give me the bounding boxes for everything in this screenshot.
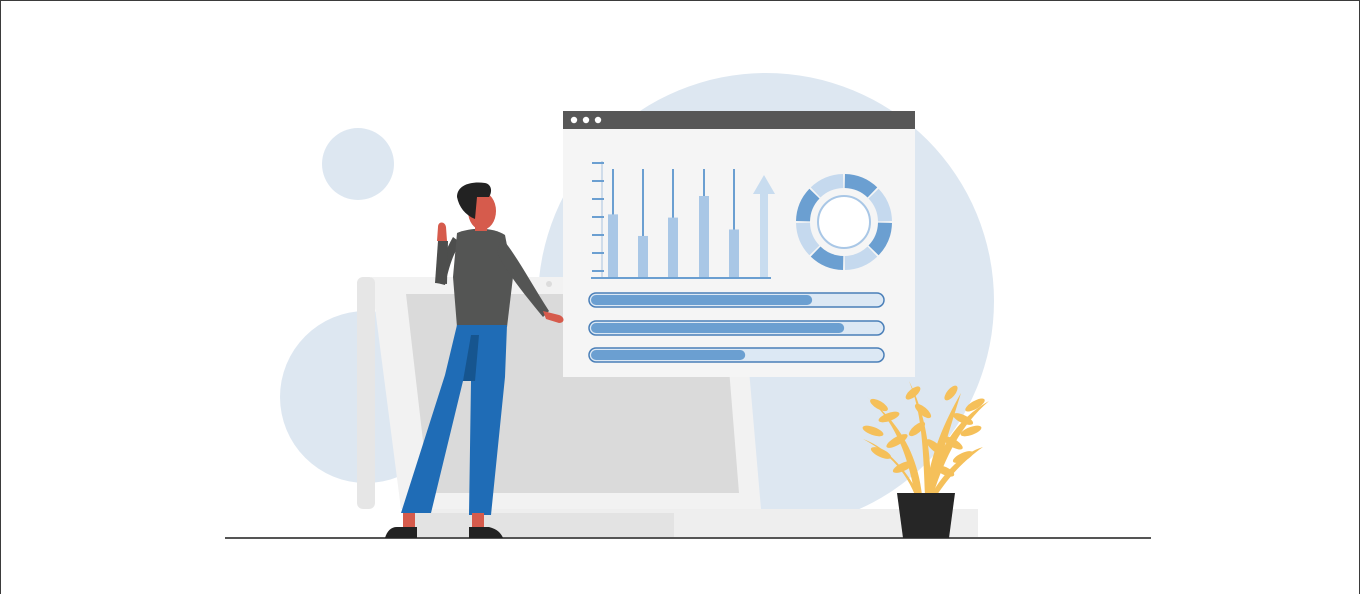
person-ankle-right <box>472 513 484 527</box>
progress-bars <box>588 292 885 363</box>
monitor-camera-icon <box>546 281 552 287</box>
dot-icon <box>594 116 602 124</box>
bar <box>668 217 678 277</box>
plant-pot <box>897 493 955 538</box>
person-hand-raised <box>437 222 447 241</box>
analytics-dashboard-illustration <box>225 73 1151 539</box>
background-bubble-small <box>322 128 394 200</box>
progress-fill <box>591 350 746 360</box>
bar <box>729 229 739 277</box>
person-shoe-left <box>385 527 417 538</box>
illustration-frame <box>0 0 1360 594</box>
monitor-frame-lip <box>357 277 375 509</box>
person-ankle-left <box>403 513 415 527</box>
trend-arrow-shaft <box>760 191 768 277</box>
dot-icon <box>570 116 578 124</box>
dashboard-window <box>563 111 915 377</box>
progress-fill <box>591 323 845 333</box>
bar <box>699 196 709 277</box>
bar <box>608 214 618 277</box>
person-arm-raised-upper <box>435 241 448 284</box>
bar <box>638 235 648 277</box>
progress-fill <box>591 295 813 305</box>
donut-center <box>817 195 871 249</box>
dashboard-window-titlebar <box>563 111 915 129</box>
monitor-base-shadow <box>406 513 674 538</box>
dot-icon <box>582 116 590 124</box>
